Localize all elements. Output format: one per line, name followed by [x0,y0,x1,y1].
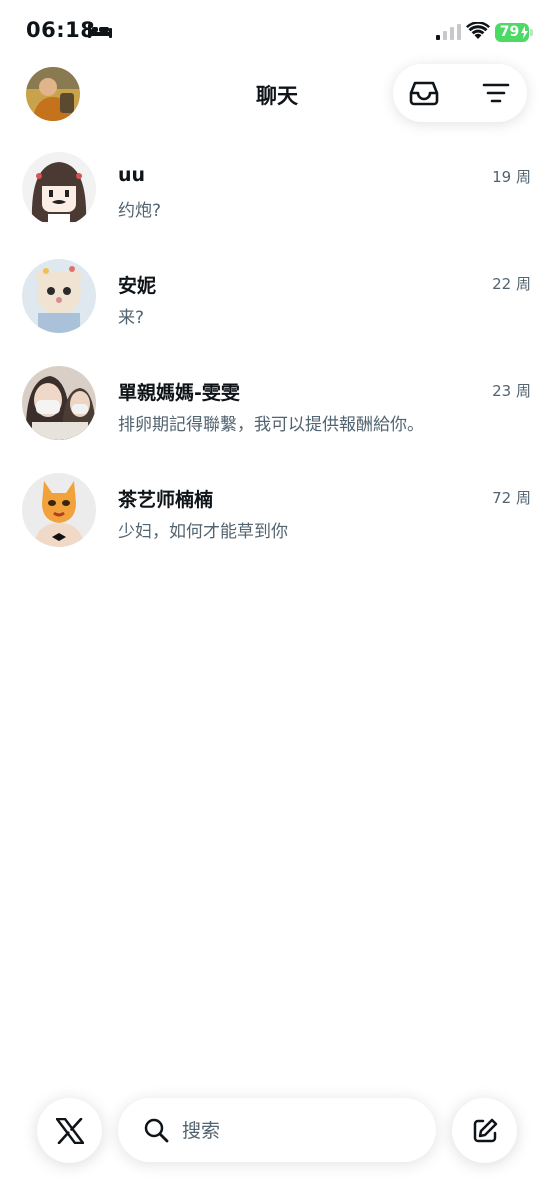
sleep-focus-icon [88,24,112,38]
compose-message-button[interactable] [452,1098,517,1163]
x-logo-icon [55,1117,84,1144]
conversation-name: 茶艺师楠楠 [118,489,214,511]
conversation-item[interactable]: 安妮 22 周 来? [0,251,554,358]
filter-button[interactable] [479,77,513,109]
avatar-image [22,366,96,440]
charging-bolt-icon [521,26,528,39]
avatar-image [22,152,96,226]
conversation-avatar [22,366,96,440]
conversation-time: 72 周 [492,489,531,507]
header-actions [393,64,527,122]
status-time: 06:18 [26,18,96,42]
search-bar[interactable] [118,1098,436,1164]
conversation-preview: 来? [118,308,145,328]
search-input[interactable] [180,1098,424,1164]
conversation-avatar [22,152,96,226]
status-bar: 06:18 79 [0,0,554,60]
avatar-image [22,473,96,547]
conversation-item[interactable]: 單親媽媽-雯雯 23 周 排卵期記得聯繫，我可以提供報酬給你。 [0,358,554,465]
conversation-preview: 约炮? [118,201,162,221]
conversation-list: uu 19 周 约炮? 安妮 22 周 来? 單親媽媽-雯雯 23 周 排卵期記… [0,144,554,572]
cellular-signal-icon [436,24,461,40]
conversation-avatar [22,259,96,333]
wifi-icon [466,22,490,39]
conversation-time: 23 周 [492,382,531,400]
conversation-name: uu [118,164,146,186]
conversation-time: 22 周 [492,275,531,293]
inbox-icon [409,81,439,106]
avatar-image [22,259,96,333]
conversation-name: 單親媽媽-雯雯 [118,382,240,404]
battery-cap [530,29,533,36]
conversation-time: 19 周 [492,168,531,186]
search-icon [144,1118,169,1143]
compose-icon [473,1118,497,1142]
conversation-avatar [22,473,96,547]
battery-level: 79 [499,24,520,40]
conversation-name: 安妮 [118,275,157,297]
conversation-preview: 少妇，如何才能草到你 [118,522,288,542]
filter-icon [482,83,510,103]
battery-indicator: 79 [495,23,529,42]
home-button[interactable] [37,1098,102,1163]
conversation-item[interactable]: 茶艺师楠楠 72 周 少妇，如何才能草到你 [0,465,554,572]
message-requests-button[interactable] [407,77,441,109]
conversation-item[interactable]: uu 19 周 约炮? [0,144,554,251]
conversation-preview: 排卵期記得聯繫，我可以提供報酬給你。 [118,415,424,435]
